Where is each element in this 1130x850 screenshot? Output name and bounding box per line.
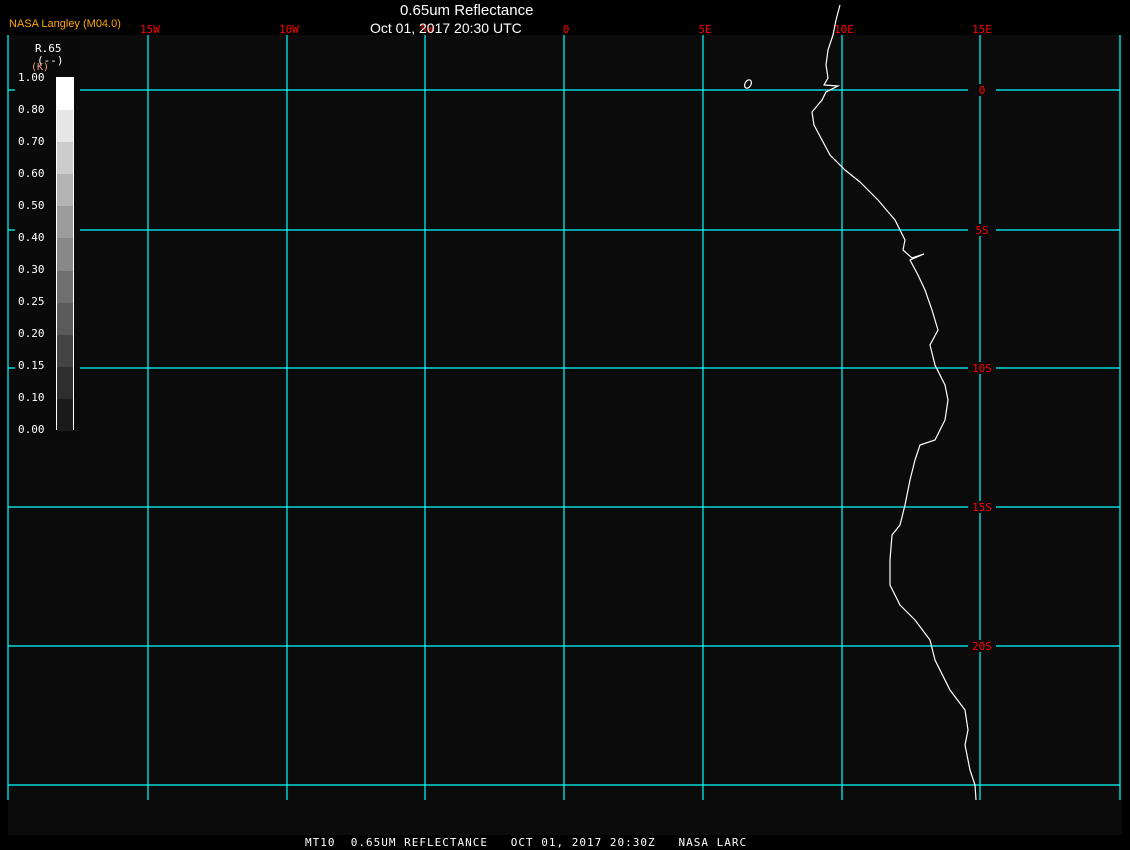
longitude-label: 0 xyxy=(563,23,570,36)
legend-tick: 0.30 xyxy=(18,263,45,276)
credit-label: NASA Langley (M04.0) xyxy=(9,18,121,30)
colorbar-step xyxy=(57,206,73,239)
latitude-label: 5S xyxy=(975,224,988,237)
image-datetime: Oct 01, 2017 20:30 UTC xyxy=(370,20,522,36)
latitude-label: 0 xyxy=(979,84,986,97)
legend-tick: 0.25 xyxy=(18,295,45,308)
map-background xyxy=(8,35,1122,835)
legend-tick: 1.00 xyxy=(18,71,45,84)
colorbar-step xyxy=(57,174,73,207)
legend-tick: 0.60 xyxy=(18,167,45,180)
map-canvas: 15W 10W 5W 0 5E 10E 15E05S10S15S20S xyxy=(7,4,1122,835)
colorbar-step xyxy=(57,334,73,367)
longitude-label: 10W xyxy=(279,23,299,36)
colorbar-step xyxy=(57,366,73,399)
longitude-label: 15W xyxy=(140,23,160,36)
colorbar xyxy=(56,77,74,431)
longitude-label: 15E xyxy=(972,23,992,36)
latitude-label: 20S xyxy=(972,640,992,653)
longitude-label: 5E xyxy=(698,23,711,36)
colorbar-legend: R.65 (--) (K) 1.00 0.80 0.70 0.60 0.50 0.40 0.… xyxy=(15,37,80,441)
longitude-label: 10E xyxy=(834,23,854,36)
colorbar-step xyxy=(57,302,73,335)
latitude-label: 10S xyxy=(972,362,992,375)
colorbar-step xyxy=(57,270,73,303)
footer-caption: MT10 0.65UM REFLECTANCE OCT 01, 2017 20:… xyxy=(305,836,748,849)
legend-tick: 0.15 xyxy=(18,359,45,372)
colorbar-step xyxy=(57,110,73,143)
colorbar-step xyxy=(57,142,73,175)
product-title: 0.65um Reflectance xyxy=(400,2,534,19)
legend-tick: 0.80 xyxy=(18,103,45,116)
colorbar-step xyxy=(57,398,73,431)
legend-tick: 0.00 xyxy=(18,423,45,436)
legend-tick: 0.50 xyxy=(18,199,45,212)
legend-tick: 0.40 xyxy=(18,231,45,244)
legend-tick: 0.20 xyxy=(18,327,45,340)
colorbar-step xyxy=(57,238,73,271)
legend-tick: 0.70 xyxy=(18,135,45,148)
latitude-label: 15S xyxy=(972,501,992,514)
colorbar-step xyxy=(57,78,73,111)
legend-tick: 0.10 xyxy=(18,391,45,404)
